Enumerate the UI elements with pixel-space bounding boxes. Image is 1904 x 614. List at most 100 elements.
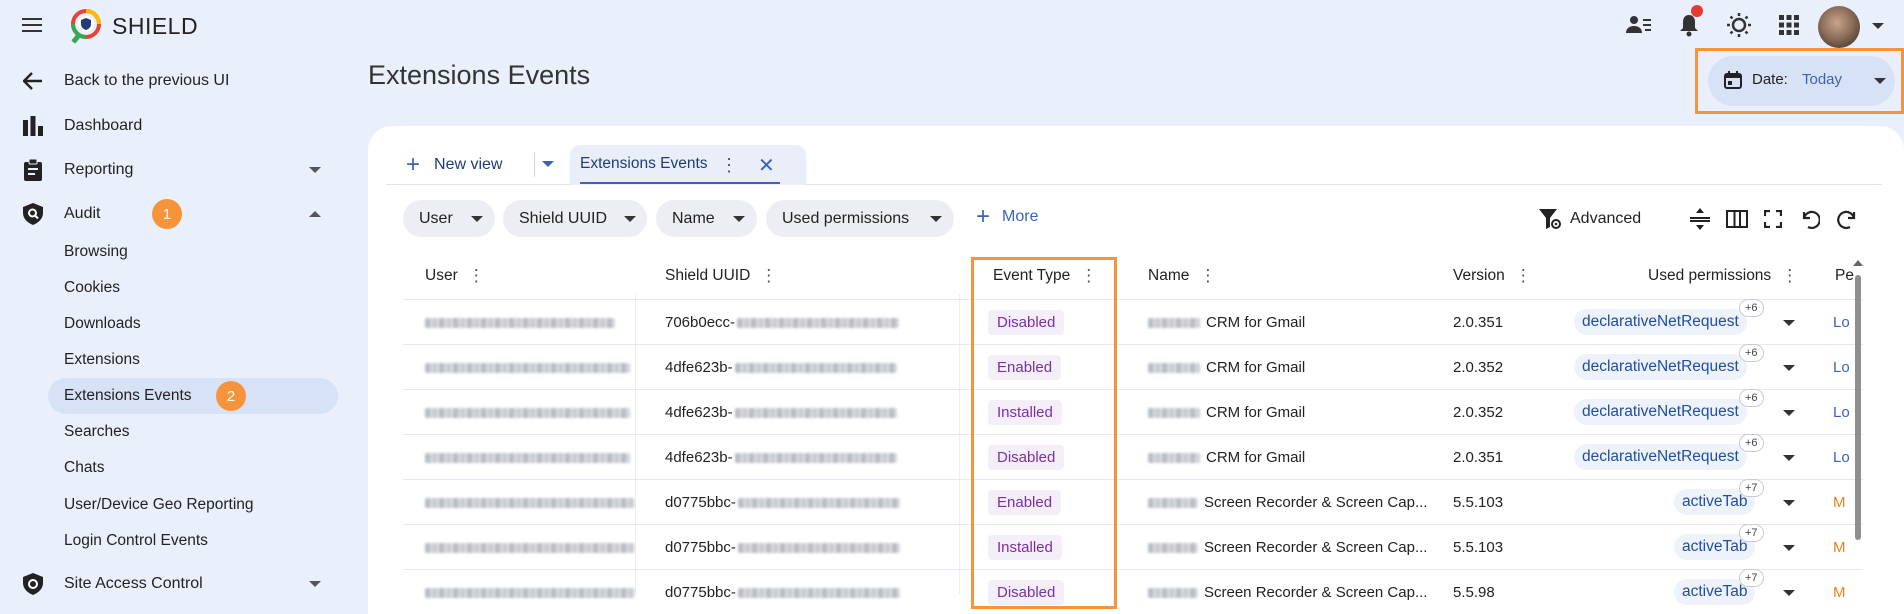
column-header-truncated[interactable]: Pe <box>1835 258 1854 294</box>
columns-icon[interactable] <box>1724 206 1750 232</box>
advanced-filter-button[interactable]: Advanced <box>1538 207 1641 231</box>
divider <box>534 153 535 177</box>
date-filter-button[interactable]: Date: Today <box>1708 56 1895 106</box>
column-header-shield-uuid[interactable]: Shield UUID ⋮ <box>665 258 777 294</box>
sidebar-subitem-searches[interactable]: Searches <box>48 414 338 450</box>
extra-permissions-badge[interactable]: +6 <box>1739 389 1764 407</box>
menu-icon[interactable] <box>20 15 44 35</box>
new-view-button[interactable]: + New view <box>406 151 502 179</box>
version-cell: 2.0.351 <box>1453 314 1504 331</box>
undo-icon[interactable] <box>1797 206 1823 232</box>
chip-label: Used permissions <box>782 209 910 227</box>
extra-permissions-badge[interactable]: +6 <box>1739 344 1764 362</box>
extra-permissions-badge[interactable]: +7 <box>1739 479 1764 497</box>
uuid-cell: 4dfe623b- <box>665 345 897 390</box>
table-row[interactable]: 4dfe623b- Installed CRM for Gmail 2.0.35… <box>403 389 1863 434</box>
sidebar-subitem-login-control-events[interactable]: Login Control Events <box>48 523 338 559</box>
more-vert-icon[interactable]: ⋮ <box>1781 266 1798 286</box>
more-vert-icon[interactable]: ⋮ <box>720 155 738 176</box>
sidebar-subitem-geo-reporting[interactable]: User/Device Geo Reporting <box>48 487 338 523</box>
column-header-user[interactable]: User ⋮ <box>425 258 485 294</box>
sidebar-subitem-chats[interactable]: Chats <box>48 450 338 486</box>
filter-chip-shield-uuid[interactable]: Shield UUID <box>503 200 647 237</box>
scroll-up-icon[interactable] <box>1853 260 1863 266</box>
bell-icon[interactable] <box>1672 5 1706 42</box>
chevron-down-icon <box>309 581 321 587</box>
sidebar-subitem-cookies[interactable]: Cookies <box>48 270 338 306</box>
permission-chip[interactable]: declarativeNetRequest <box>1574 444 1747 470</box>
table-row[interactable]: 4dfe623b- Enabled CRM for Gmail 2.0.352 … <box>403 344 1863 389</box>
more-vert-icon[interactable]: ⋮ <box>760 266 777 286</box>
chevron-down-icon[interactable] <box>1872 23 1884 29</box>
expand-row-icon[interactable] <box>1783 320 1795 326</box>
sidebar-item-reporting[interactable]: Reporting <box>0 152 340 188</box>
expand-row-icon[interactable] <box>1783 590 1795 596</box>
extra-permissions-badge[interactable]: +6 <box>1739 434 1764 452</box>
avatar[interactable] <box>1818 6 1860 48</box>
permission-chip[interactable]: declarativeNetRequest <box>1574 309 1747 335</box>
permission-chip[interactable]: declarativeNetRequest <box>1574 354 1747 380</box>
chevron-down-icon <box>624 216 636 222</box>
sidebar-item-audit[interactable]: Audit 1 <box>0 196 340 232</box>
column-header-name[interactable]: Name ⋮ <box>1148 258 1216 294</box>
table-row[interactable]: 4dfe623b- Disabled CRM for Gmail 2.0.351… <box>403 434 1863 479</box>
sidebar-subitem-extensions-events[interactable]: Extensions Events 2 <box>48 378 338 414</box>
column-header-used-permissions[interactable]: Used permissions ⋮ <box>1648 258 1798 294</box>
refresh-icon[interactable] <box>1834 206 1860 232</box>
more-vert-icon[interactable]: ⋮ <box>1199 266 1216 286</box>
version-cell: 2.0.351 <box>1453 449 1504 466</box>
name-cell: Screen Recorder & Screen Cap... <box>1148 525 1427 570</box>
density-icon[interactable] <box>1687 206 1713 232</box>
tab-extensions-events[interactable]: Extensions Events ⋮ ✕ <box>570 145 806 185</box>
filter-chip-used-permissions[interactable]: Used permissions <box>766 200 954 237</box>
extra-permissions-badge[interactable]: +7 <box>1739 524 1764 542</box>
extra-permissions-badge[interactable]: +7 <box>1739 569 1764 587</box>
truncated-cell: Lo <box>1833 404 1850 421</box>
sidebar-item-site-access-control[interactable]: Site Access Control <box>0 566 340 602</box>
sidebar-subitem-extensions[interactable]: Extensions <box>48 342 338 378</box>
column-header-version[interactable]: Version ⋮ <box>1453 258 1532 294</box>
vertical-scrollbar[interactable] <box>1855 275 1861 540</box>
table-row[interactable]: 706b0ecc- Disabled CRM for Gmail 2.0.351… <box>403 299 1863 344</box>
apps-grid-icon[interactable] <box>1772 8 1806 42</box>
sidebar-subitem-downloads[interactable]: Downloads <box>48 306 338 342</box>
back-to-previous-ui[interactable]: Back to the previous UI <box>0 63 340 99</box>
more-vert-icon[interactable]: ⋮ <box>468 266 485 286</box>
sidebar-item-dashboard[interactable]: Dashboard <box>0 108 340 144</box>
shield-logo-icon <box>71 9 101 44</box>
contacts-icon[interactable] <box>1622 8 1656 42</box>
expand-row-icon[interactable] <box>1783 455 1795 461</box>
extension-name: Screen Recorder & Screen Cap... <box>1204 494 1428 511</box>
table-row[interactable]: d0775bbc- Disabled Screen Recorder & Scr… <box>403 569 1863 614</box>
views-dropdown-icon[interactable] <box>542 161 554 167</box>
table-row[interactable]: d0775bbc- Enabled Screen Recorder & Scre… <box>403 479 1863 524</box>
extra-permissions-badge[interactable]: +6 <box>1739 299 1764 317</box>
expand-row-icon[interactable] <box>1783 410 1795 416</box>
chevron-down-icon <box>930 216 942 222</box>
expand-row-icon[interactable] <box>1783 365 1795 371</box>
subitem-label: Downloads <box>64 315 141 332</box>
brightness-icon[interactable] <box>1722 8 1756 42</box>
filter-chip-name[interactable]: Name <box>656 200 757 237</box>
extension-name: CRM for Gmail <box>1206 404 1306 421</box>
fullscreen-icon[interactable] <box>1760 206 1786 232</box>
more-vert-icon[interactable]: ⋮ <box>1515 266 1532 286</box>
table-row[interactable]: d0775bbc- Installed Screen Recorder & Sc… <box>403 524 1863 569</box>
page-title: Extensions Events <box>368 60 591 90</box>
header-label: Shield UUID <box>665 267 751 284</box>
close-icon[interactable]: ✕ <box>758 153 775 178</box>
sidebar-item-label: Reporting <box>64 161 134 178</box>
expand-row-icon[interactable] <box>1783 545 1795 551</box>
subitem-label: Searches <box>64 423 130 440</box>
filter-chip-user[interactable]: User <box>403 200 495 237</box>
sidebar-subitem-browsing[interactable]: Browsing <box>48 234 338 270</box>
uuid-cell: 706b0ecc- <box>665 300 900 345</box>
more-filters-button[interactable]: + More <box>976 205 1038 229</box>
brand-name: SHIELD <box>112 13 199 39</box>
plus-icon: + <box>976 203 991 230</box>
expand-row-icon[interactable] <box>1783 500 1795 506</box>
permission-chip[interactable]: declarativeNetRequest <box>1574 399 1747 425</box>
name-cell: CRM for Gmail <box>1148 390 1305 435</box>
uuid-prefix: d0775bbc- <box>665 494 736 511</box>
subitem-label: Browsing <box>64 243 128 260</box>
